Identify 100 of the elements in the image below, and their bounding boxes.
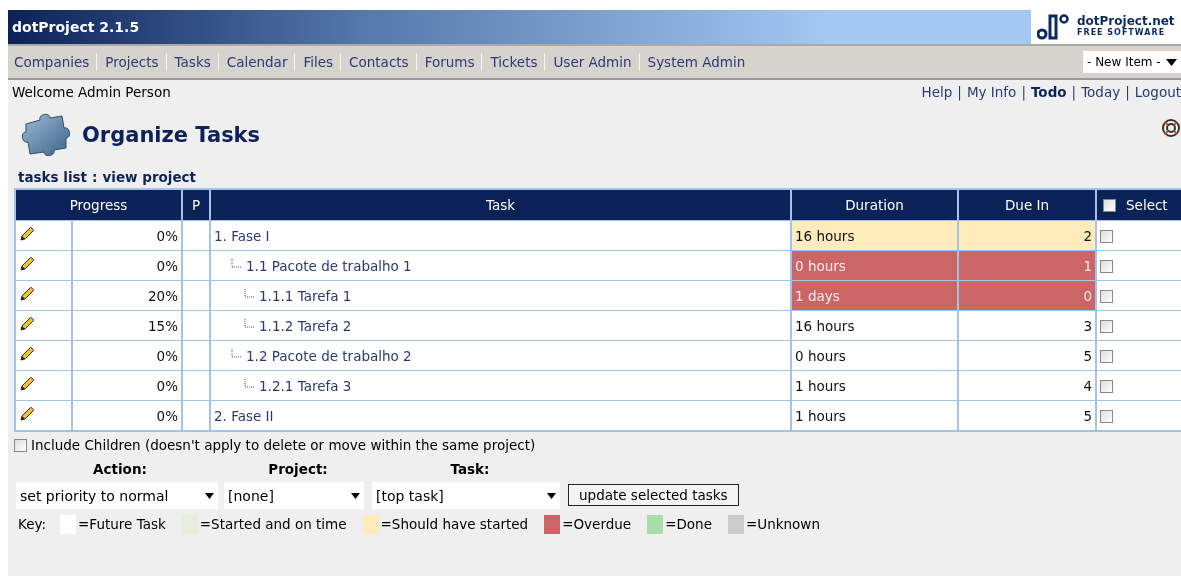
field-label: Project: [267,460,329,479]
row-checkbox[interactable] [1100,350,1113,363]
user-link[interactable]: Todo [1030,84,1067,100]
table-cell: 16 hours [791,221,958,251]
link-separator: | [957,84,962,100]
legend-label: =Started and on time [199,516,347,532]
nav-link[interactable]: Tickets [490,54,545,70]
tree-connector-icon [244,288,254,299]
row-checkbox[interactable] [1100,380,1113,393]
tree-connector-icon [244,318,254,329]
key-label: Key: [18,516,47,532]
table-cell: 0% [72,401,182,431]
welcome-text: Welcome Admin Person [12,84,171,100]
dropdown-field[interactable]: [none] [224,482,364,509]
app-title: dotProject 2.1.5 [11,19,140,35]
task-link[interactable]: 1.1.1 Tarefa 1 [259,287,352,304]
include-children-checkbox[interactable] [14,438,27,452]
task-link[interactable]: 1.1.2 Tarefa 2 [259,317,352,334]
field-label: Action: [92,460,148,479]
row-checkbox[interactable] [1100,410,1113,423]
legend-label: =Done [665,516,712,532]
table-cell: 0 hours [791,341,958,371]
table-cell: 20% [72,281,182,311]
breadcrumb-separator: : [92,169,98,185]
table-cell: 0% [72,341,182,371]
logo-tagline: FREE SOFTWARE [1077,28,1166,39]
task-link[interactable]: 2. Fase II [214,407,274,424]
column-header: Due In [958,189,1096,221]
update-button[interactable]: update selected tasks [568,484,739,506]
table-cell: 16 hours [791,311,958,341]
column-header: Task [210,189,791,221]
pencil-icon[interactable] [19,316,35,332]
user-link[interactable]: Today [1081,84,1121,100]
legend-label: =Future Task [78,516,166,532]
dropdown-field[interactable]: set priority to normal [16,482,218,509]
pencil-icon[interactable] [19,286,35,302]
table-cell: 1 [958,251,1096,281]
task-link[interactable]: 1.1 Pacote de trabalho 1 [246,257,412,274]
pencil-icon[interactable] [19,226,35,242]
nav-link[interactable]: Calendar [226,54,295,70]
nav-link[interactable]: User Admin [553,54,639,70]
nav-link[interactable]: Projects [105,54,166,70]
breadcrumb-link[interactable]: view project [102,169,197,185]
nav-link[interactable]: Contacts [349,54,416,70]
user-link[interactable]: My Info [966,84,1017,100]
nav-link[interactable]: System Admin [647,54,753,70]
task-link[interactable]: 1.2.1 Tarefa 3 [259,377,352,394]
dropdown-field[interactable]: [top task] [372,482,560,509]
pencil-icon[interactable] [19,256,35,272]
table-cell: 2 [958,221,1096,251]
page-title: Organize Tasks [82,123,261,147]
table-cell: 5 [958,401,1096,431]
table-cell: 1 hours [791,401,958,431]
table-cell: 5 [958,341,1096,371]
field-label: Task: [449,460,491,479]
table-cell: 4 [958,371,1096,401]
nav-link[interactable]: Tasks [174,54,218,70]
row-checkbox[interactable] [1100,320,1113,333]
legend-label: =Overdue [562,516,632,532]
legend-label: =Unknown [745,516,820,532]
logo-icon [1037,14,1071,40]
new-item-dropdown[interactable]: - New Item - [1083,51,1181,73]
legend-label: =Should have started [380,516,529,532]
tree-connector-icon [231,348,241,359]
tree-connector-icon [244,378,254,389]
nav-link[interactable]: Files [303,54,341,70]
table-cell: 0% [72,221,182,251]
caret-icon [205,492,214,499]
table-cell: 1 hours [791,371,958,401]
task-link[interactable]: 1. Fase I [214,227,270,244]
caret-icon [547,492,556,499]
select-all-checkbox[interactable] [1103,198,1116,212]
column-header: Progress [15,189,182,221]
user-link[interactable]: Logout [1134,84,1181,100]
puzzle-piece-icon [20,112,72,158]
caret-icon [351,492,360,499]
table-cell: 0 hours [791,251,958,281]
user-link[interactable]: Help [921,84,953,100]
nav-link[interactable]: Companies [14,54,97,70]
logo-name: dotProject.net [1077,15,1175,27]
table-cell: 3 [958,311,1096,341]
row-checkbox[interactable] [1100,260,1113,273]
link-separator: | [1021,84,1026,100]
table-cell: 0% [72,371,182,401]
task-link[interactable]: 1.2 Pacote de trabalho 2 [246,347,412,364]
pencil-icon[interactable] [19,406,35,422]
nav-link[interactable]: Forums [424,54,482,70]
table-cell: 1 days [791,281,958,311]
lifebuoy-icon[interactable] [1161,118,1181,138]
table-cell: 15% [72,311,182,341]
caret-icon [1166,58,1177,66]
column-header: Select [1126,197,1168,213]
table-cell: 0 [958,281,1096,311]
pencil-icon[interactable] [19,346,35,362]
column-header: Duration [791,189,958,221]
tree-connector-icon [231,258,241,269]
row-checkbox[interactable] [1100,290,1113,303]
pencil-icon[interactable] [19,376,35,392]
breadcrumb-link[interactable]: tasks list [18,169,88,185]
row-checkbox[interactable] [1100,230,1113,243]
